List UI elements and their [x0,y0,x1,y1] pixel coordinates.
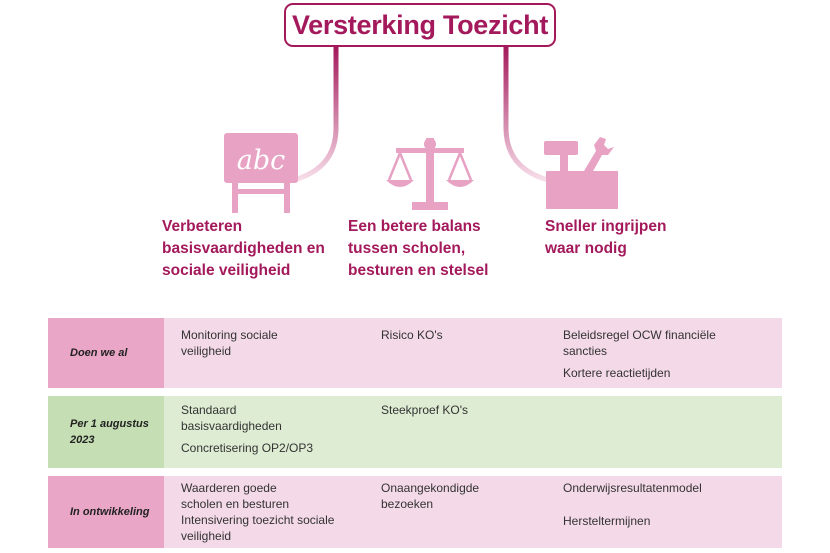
column-heading-line: Sneller ingrijpen [545,218,667,235]
row-label-line: Per 1 augustus [70,418,149,430]
column-heading-1: Verbeteren basisvaardigheden en sociale … [162,216,325,282]
column-heading-3: Sneller ingrijpen waar nodig [545,216,666,260]
balance-scale-icon [386,138,474,210]
column-heading-line: Een betere balans [348,218,481,235]
diagram-title: Versterking Toezicht [284,3,556,47]
row-label-line: 2023 [70,434,95,446]
chalkboard-icon: abc [224,133,298,213]
chalkboard-text: abc [237,145,286,176]
cell-line: Beleidsregel OCW financiële [563,328,716,342]
column-heading-line: tussen scholen, [348,240,466,257]
cell-line: Onaangekondigde [381,481,480,495]
row-label: Doen we al [48,318,164,388]
row-body: Standaard basisvaardigheden Concretiseri… [164,396,782,468]
row-label: Per 1 augustus 2023 [48,396,164,468]
cell-line: Risico KO's [381,328,443,342]
cell-line: sancties [563,344,608,358]
cell-line: bezoeken [381,497,434,511]
column-heading-2: Een betere balans tussen scholen, bestur… [348,216,488,282]
cell-line: Waarderen goede [181,481,277,495]
table-cell: Steekproef KO's [381,402,468,418]
cell-line: veiligheid [181,529,232,543]
table-cell: Risico KO's [381,327,443,343]
cell-line: Kortere reactietijden [563,366,671,380]
row-label-line: In ontwikkeling [70,506,150,518]
cell-line: Monitoring sociale [181,328,278,342]
row-body: Monitoring sociale veiligheid Risico KO'… [164,318,782,388]
column-heading-line: Verbeteren [162,218,243,235]
table-cell: Waarderen goede scholen en besturen Inte… [181,480,334,544]
table-cell: Onaangekondigde bezoeken [381,480,479,512]
connector-left [293,47,339,183]
column-heading-line: basisvaardigheden en [162,240,325,257]
cell-line: Steekproef KO's [381,403,468,417]
table-cell: Monitoring sociale veiligheid [181,327,278,359]
row-label-line: Doen we al [70,347,128,359]
table-cell: Standaard basisvaardigheden Concretiseri… [181,402,313,456]
column-heading-line: besturen en stelsel [348,262,489,279]
cell-line: Concretisering OP2/OP3 [181,441,314,455]
toolbox-icon [544,137,618,209]
table-row-doen-we-al: Doen we al Monitoring sociale veiligheid… [48,318,782,388]
column-heading-line: sociale veiligheid [162,262,291,279]
cell-line: scholen en besturen [181,497,290,511]
table-row-per-1-augustus-2023: Per 1 augustus 2023 Standaard basisvaard… [48,396,782,468]
cell-line: Onderwijsresultatenmodel [563,481,702,495]
cell-line: Intensivering toezicht sociale [181,513,335,527]
table-cell: Beleidsregel OCW financiële sancties Kor… [563,327,716,381]
cell-line: veiligheid [181,344,232,358]
cell-line: basisvaardigheden [181,419,282,433]
table-cell: Onderwijsresultatenmodel Hersteltermijne… [563,480,702,529]
cell-line: Standaard [181,403,237,417]
cell-line: Hersteltermijnen [563,514,651,528]
row-body: Waarderen goede scholen en besturen Inte… [164,476,782,548]
table-row-in-ontwikkeling: In ontwikkeling Waarderen goede scholen … [48,476,782,548]
column-heading-line: waar nodig [545,240,627,257]
row-label: In ontwikkeling [48,476,164,548]
